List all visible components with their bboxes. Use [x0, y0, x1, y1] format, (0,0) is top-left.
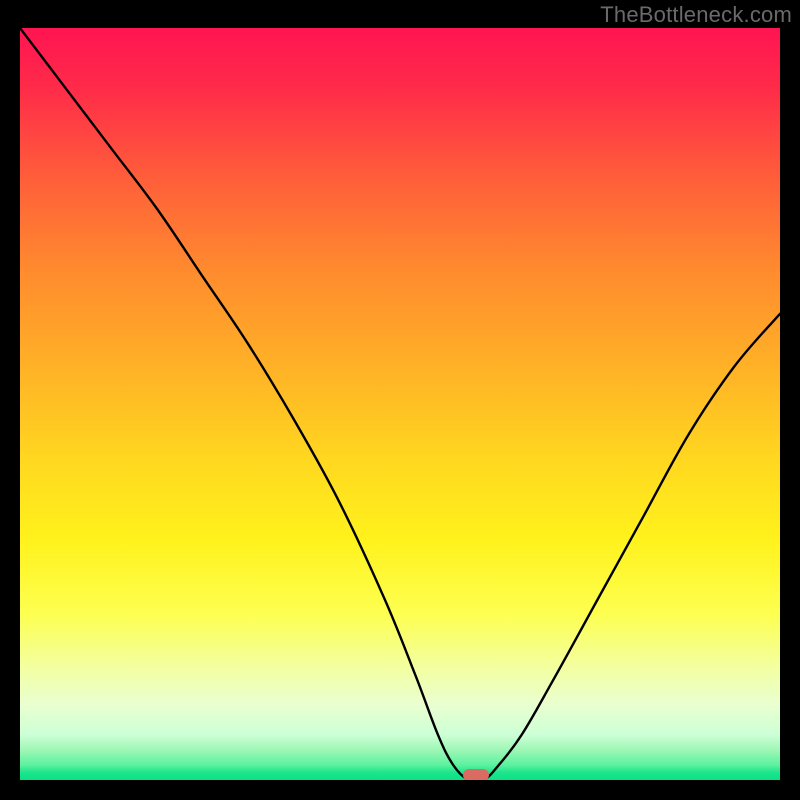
minimum-marker [463, 769, 489, 780]
plot-area [20, 28, 780, 780]
bottleneck-curve [20, 28, 780, 780]
watermark-text: TheBottleneck.com [600, 2, 792, 28]
chart-frame: TheBottleneck.com [0, 0, 800, 800]
curve-layer [20, 28, 780, 780]
